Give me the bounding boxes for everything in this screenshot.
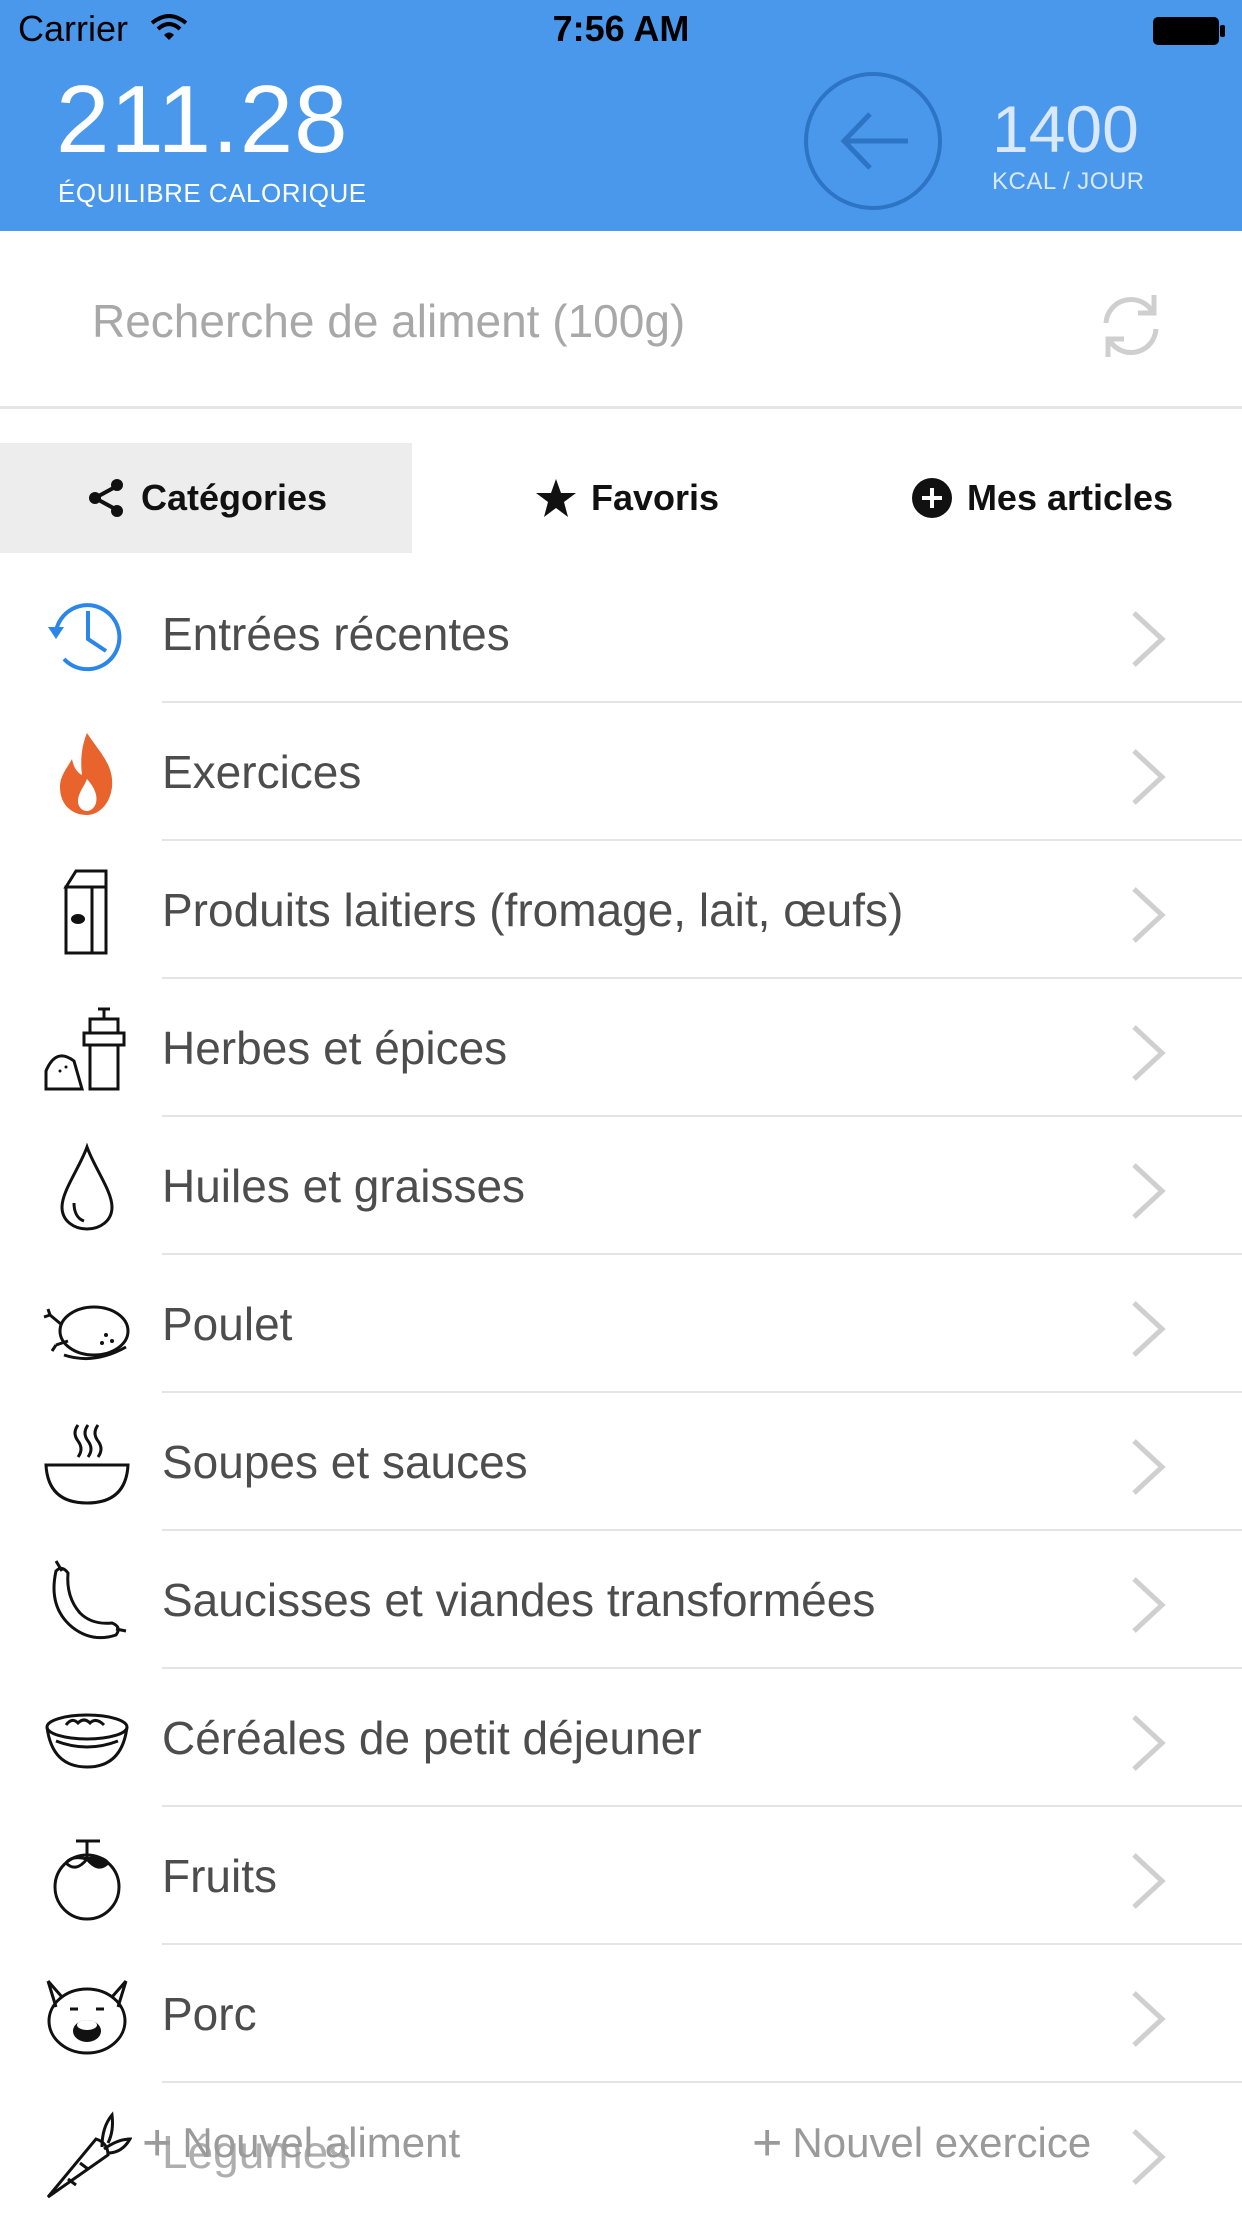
status-bar: Carrier 7:56 AM (0, 0, 1242, 62)
category-row-recent[interactable]: Entrées récentes (0, 565, 1242, 703)
cereal-bowl-icon (45, 1713, 129, 1769)
tab-categories[interactable]: Catégories (0, 443, 412, 553)
category-label: Produits laitiers (fromage, lait, œufs) (162, 884, 904, 936)
category-label: Saucisses et viandes transformées (162, 1574, 876, 1626)
sausage-icon (52, 1560, 127, 1640)
flame-icon (60, 733, 113, 815)
plus-circle-icon (911, 478, 952, 518)
fruit-icon (53, 1839, 121, 1921)
category-tabs: Catégories Favoris Mes articles (0, 443, 1242, 553)
category-row-pork[interactable]: Porc (0, 1945, 1242, 2083)
clock-history-icon (48, 603, 122, 672)
chevron-right-icon (1132, 1439, 1166, 1495)
new-exercise-label: Nouvel exercice (792, 2119, 1092, 2166)
category-row-sausages[interactable]: Saucisses et viandes transformées (0, 1531, 1242, 1669)
chevron-right-icon (1132, 1853, 1166, 1909)
category-row-oils[interactable]: Huiles et graisses (0, 1117, 1242, 1255)
daily-kcal-value[interactable]: 1400 (992, 96, 1139, 162)
category-label: Fruits (162, 1850, 277, 1902)
search-bar (0, 231, 1242, 409)
category-label: Exercices (162, 746, 362, 798)
chevron-right-icon (1132, 1991, 1166, 2047)
soup-bowl-icon (44, 1424, 130, 1505)
refresh-icon[interactable] (1094, 289, 1168, 363)
category-label: Soupes et sauces (162, 1436, 528, 1488)
category-label: Céréales de petit déjeuner (162, 1712, 702, 1764)
pig-icon (46, 1980, 128, 2055)
chevron-right-icon (1132, 1301, 1166, 1357)
chevron-right-icon (1132, 2129, 1166, 2185)
tab-label: Catégories (140, 477, 328, 518)
category-label: Entrées récentes (162, 608, 510, 660)
star-icon (535, 479, 576, 517)
chevron-right-icon (1132, 1163, 1166, 1219)
new-food-button[interactable]: + Nouvel aliment (142, 2106, 461, 2180)
category-label: Herbes et épices (162, 1022, 508, 1074)
milk-carton-icon (63, 869, 108, 955)
chevron-right-icon (1132, 749, 1166, 805)
tab-label: Mes articles (966, 477, 1174, 518)
category-row-herbs-spices[interactable]: Herbes et épices (0, 979, 1242, 1117)
chevron-right-icon (1132, 887, 1166, 943)
oil-drop-icon (60, 1143, 114, 1231)
calorie-balance-value: 211.28 (56, 66, 349, 173)
category-row-soups[interactable]: Soupes et sauces (0, 1393, 1242, 1531)
share-icon (88, 479, 123, 517)
category-row-dairy[interactable]: Produits laitiers (fromage, lait, œufs) (0, 841, 1242, 979)
roast-chicken-icon (43, 1305, 130, 1361)
category-label: Porc (162, 1988, 257, 2040)
header-bar: Carrier 7:56 AM 211.28 ÉQUILIBRE CALORIQ… (0, 0, 1242, 231)
new-exercise-button[interactable]: + Nouvel exercice (752, 2106, 1092, 2180)
category-row-cereals[interactable]: Céréales de petit déjeuner (0, 1669, 1242, 1807)
category-label: Poulet (162, 1298, 293, 1350)
tab-label: Favoris (590, 477, 720, 518)
clock-time: 7:56 AM (552, 8, 690, 49)
battery-icon (1153, 17, 1225, 45)
chevron-right-icon (1132, 1715, 1166, 1771)
plus-icon: + (752, 2114, 783, 2172)
category-row-fruits[interactable]: Fruits (0, 1807, 1242, 1945)
back-button[interactable] (804, 72, 942, 210)
tab-favorites[interactable]: Favoris (412, 443, 842, 553)
daily-kcal-label: KCAL / JOUR (992, 168, 1145, 195)
chevron-right-icon (1132, 611, 1166, 667)
arrow-left-icon (840, 112, 908, 170)
food-search-input[interactable] (90, 285, 994, 357)
new-food-label: Nouvel aliment (182, 2119, 461, 2166)
carrot-icon (46, 2111, 132, 2199)
category-row-exercises[interactable]: Exercices (0, 703, 1242, 841)
category-row-chicken[interactable]: Poulet (0, 1255, 1242, 1393)
chevron-right-icon (1132, 1577, 1166, 1633)
spice-grinder-icon (44, 1007, 126, 1091)
calorie-balance-label: ÉQUILIBRE CALORIQUE (58, 178, 367, 208)
tab-my-items[interactable]: Mes articles (842, 443, 1242, 553)
plus-icon: + (142, 2114, 173, 2172)
category-label: Huiles et graisses (162, 1160, 526, 1212)
chevron-right-icon (1132, 1025, 1166, 1081)
